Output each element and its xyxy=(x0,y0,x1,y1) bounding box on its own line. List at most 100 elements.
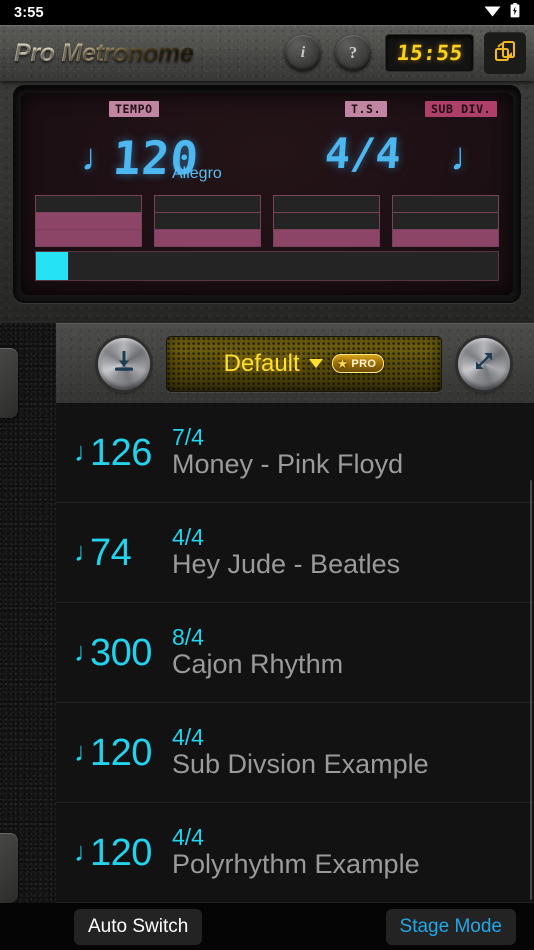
save-icon xyxy=(111,348,137,379)
star-icon: ★ xyxy=(336,356,349,371)
list-item[interactable]: ♩ 74 4/4 Hey Jude - Beatles xyxy=(56,503,534,603)
left-rail xyxy=(0,323,56,950)
beat-bar-2[interactable] xyxy=(154,195,261,247)
quarter-note-icon: ♩ xyxy=(74,537,101,567)
beat-level[interactable] xyxy=(274,196,379,213)
status-icons xyxy=(484,2,520,23)
app-root: 3:55 Pro Metronome i ? 15:55 TEMPO T.S. … xyxy=(0,0,534,950)
pro-badge: ★ PRO xyxy=(331,354,385,373)
beat-level[interactable] xyxy=(393,196,498,213)
subdivision-note-icon[interactable]: ♩ xyxy=(450,137,490,177)
subdivision-cell[interactable] xyxy=(132,252,164,280)
list-item[interactable]: ♩ 120 4/4 Sub Divsion Example xyxy=(56,703,534,803)
preset-list[interactable]: ♩ 126 7/4 Money - Pink Floyd ♩ 74 4/4 Hey Jude … xyxy=(56,403,534,903)
subdivision-cell[interactable] xyxy=(260,252,292,280)
quarter-note-icon: ♩ xyxy=(74,737,101,767)
quarter-note-icon: ♩ xyxy=(74,837,101,867)
screen-rotation-icon xyxy=(493,39,517,68)
status-bar: 3:55 xyxy=(0,0,534,25)
beat-level[interactable] xyxy=(393,230,498,246)
preset-selector[interactable]: Default ★ PRO xyxy=(166,335,442,392)
save-preset-button[interactable] xyxy=(98,337,150,390)
subdivision-cell[interactable] xyxy=(324,252,356,280)
preset-bpm: 74 xyxy=(90,531,132,574)
time-signature-label: T.S. xyxy=(345,101,388,117)
preset-bpm: 120 xyxy=(90,831,152,874)
beat-level[interactable] xyxy=(155,230,260,246)
subdivision-cell[interactable] xyxy=(100,252,132,280)
chevron-down-icon xyxy=(308,359,323,368)
header-buttons: i ? 15:55 xyxy=(285,32,534,74)
preset-details: 4/4 Hey Jude - Beatles xyxy=(172,523,401,580)
help-button[interactable]: ? xyxy=(335,35,371,71)
app-header-bar: Pro Metronome i ? 15:55 xyxy=(0,25,534,81)
subdivision-cell[interactable] xyxy=(164,252,196,280)
list-item[interactable]: ♩ 300 8/4 Cajon Rhythm xyxy=(56,603,534,703)
subdivision-cell[interactable] xyxy=(292,252,324,280)
beat-level[interactable] xyxy=(393,213,498,230)
bottom-bar: Auto Switch Stage Mode xyxy=(0,903,534,950)
preset-time-signature: 4/4 xyxy=(172,823,204,850)
subdivision-cell[interactable] xyxy=(356,252,388,280)
preset-details: 7/4 Money - Pink Floyd xyxy=(172,423,404,480)
metronome-display-bezel: TEMPO T.S. SUB DIV. ♩ 120 Allegro 4/4 ♩ xyxy=(0,81,534,323)
info-button[interactable]: i xyxy=(285,35,321,71)
list-item[interactable]: ♩ 120 4/4 Polyrhythm Example xyxy=(56,803,534,903)
tempo-label: TEMPO xyxy=(109,101,159,117)
expand-icon xyxy=(471,348,497,379)
beat-level[interactable] xyxy=(274,213,379,230)
display-value-row: ♩ 120 Allegro 4/4 ♩ xyxy=(35,121,499,193)
subdivision-cell[interactable] xyxy=(388,252,420,280)
preset-time-signature: 4/4 xyxy=(172,523,204,550)
subdivision-cell[interactable] xyxy=(196,252,228,280)
list-item[interactable]: ♩ 126 7/4 Money - Pink Floyd xyxy=(56,403,534,503)
beat-bar-3[interactable] xyxy=(273,195,380,247)
preset-details: 4/4 Sub Divsion Example xyxy=(172,725,429,780)
preset-time-signature: 7/4 xyxy=(172,423,204,450)
rail-tab-bottom[interactable] xyxy=(0,833,18,903)
preset-bpm: 300 xyxy=(90,631,152,674)
preset-title: Sub Divsion Example xyxy=(172,748,429,779)
expand-button[interactable] xyxy=(458,337,510,390)
lcd-screen: TEMPO T.S. SUB DIV. ♩ 120 Allegro 4/4 ♩ xyxy=(21,93,513,295)
preset-title: Money - Pink Floyd xyxy=(172,448,404,479)
subdivision-track[interactable] xyxy=(35,251,499,281)
subdivision-cell[interactable] xyxy=(36,252,68,280)
subdivision-cell[interactable] xyxy=(68,252,100,280)
stage-mode-button[interactable]: Stage Mode xyxy=(385,908,516,945)
preset-bpm: 126 xyxy=(90,431,152,474)
beat-bar-4[interactable] xyxy=(392,195,499,247)
preset-details: 8/4 Cajon Rhythm xyxy=(172,623,344,680)
list-scrollbar[interactable] xyxy=(530,480,532,900)
status-clock: 3:55 xyxy=(14,4,44,21)
beat-level[interactable] xyxy=(274,230,379,246)
beat-level[interactable] xyxy=(155,196,260,213)
preset-time-signature: 8/4 xyxy=(172,623,204,650)
display-frame: TEMPO T.S. SUB DIV. ♩ 120 Allegro 4/4 ♩ xyxy=(13,85,521,303)
wifi-icon xyxy=(484,4,501,22)
preset-details: 4/4 Polyrhythm Example xyxy=(172,823,420,880)
beat-level[interactable] xyxy=(36,213,141,230)
subdivision-cell[interactable] xyxy=(420,252,452,280)
subdivision-label: SUB DIV. xyxy=(425,101,498,117)
auto-switch-button[interactable]: Auto Switch xyxy=(74,908,203,945)
time-signature-value[interactable]: 4/4 xyxy=(323,129,402,178)
preset-name: Default xyxy=(223,349,300,377)
preset-title: Cajon Rhythm xyxy=(172,648,344,679)
beat-bar-1[interactable] xyxy=(35,195,142,247)
beat-level[interactable] xyxy=(36,230,141,246)
screen-rotation-button[interactable] xyxy=(484,32,526,74)
beat-level[interactable] xyxy=(155,213,260,230)
timer-display[interactable]: 15:55 xyxy=(385,34,474,72)
page-title: Pro Metronome xyxy=(14,38,194,67)
preset-title: Polyrhythm Example xyxy=(172,848,420,879)
preset-toolbar: Default ★ PRO xyxy=(56,323,534,403)
rail-tab-top[interactable] xyxy=(0,348,18,418)
pro-label: PRO xyxy=(351,357,377,370)
subdivision-cell[interactable] xyxy=(228,252,260,280)
preset-title: Hey Jude - Beatles xyxy=(172,548,401,579)
beat-level[interactable] xyxy=(36,196,141,213)
quarter-note-icon: ♩ xyxy=(74,437,101,467)
battery-charging-icon xyxy=(510,2,520,23)
timer-value: 15:55 xyxy=(395,41,464,65)
